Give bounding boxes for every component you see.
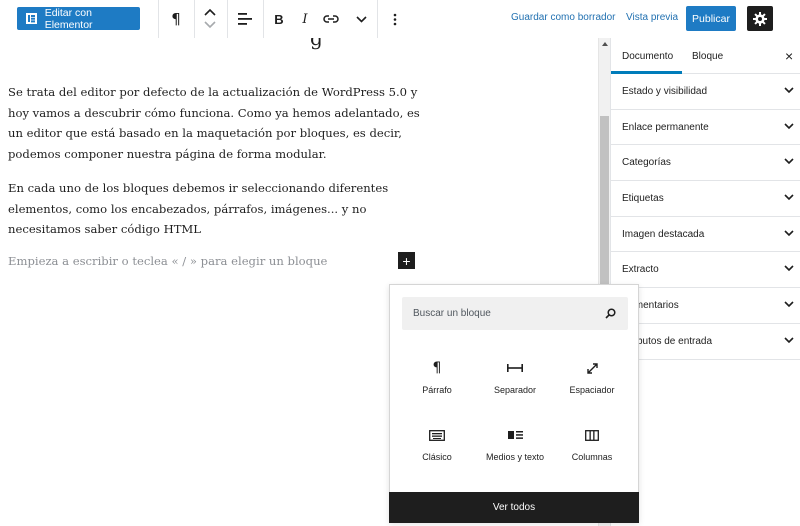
block-label: Medios y texto	[485, 452, 545, 462]
panel-label: Enlace permanente	[622, 121, 709, 133]
view-all-blocks-button[interactable]: Ver todos	[389, 492, 639, 523]
panel-extracto[interactable]: Extracto	[611, 252, 800, 289]
block-label: Espaciador	[569, 385, 615, 395]
chevron-down-icon	[784, 337, 794, 343]
tab-bloque[interactable]: Bloque	[692, 51, 723, 62]
editor-toolbar: Editar con Elementor ¶ B I Guardar como …	[0, 0, 800, 38]
panel-label: Extracto	[622, 264, 659, 276]
paragraph-icon[interactable]: ¶	[166, 8, 186, 30]
panel-label: Categorías	[622, 157, 671, 169]
panel-label: Estado y visibilidad	[622, 86, 708, 97]
settings-gear-icon	[753, 11, 767, 26]
toolbar-divider	[194, 0, 195, 38]
toolbar-divider	[263, 0, 264, 38]
panel-atributos-entrada[interactable]: Atributos de entrada	[611, 324, 800, 360]
toolbar-divider	[158, 0, 159, 38]
toolbar-divider	[227, 0, 228, 38]
spacer-icon	[553, 355, 631, 381]
close-sidebar-icon[interactable]: ×	[785, 48, 793, 64]
toolbar-divider	[377, 0, 378, 38]
panel-imagen-destacada[interactable]: Imagen destacada	[611, 217, 800, 253]
scroll-up-arrow-icon[interactable]	[602, 42, 608, 46]
plus-icon: +	[402, 252, 411, 269]
chevron-down-icon	[784, 230, 794, 236]
move-down-icon[interactable]	[200, 18, 220, 32]
save-draft-button[interactable]: Guardar como borrador	[511, 12, 616, 23]
align-icon[interactable]	[235, 8, 255, 30]
paragraph-block[interactable]: En cada uno de los bloques debemos ir se…	[8, 178, 428, 240]
panel-categorias[interactable]: Categorías	[611, 145, 800, 182]
chevron-down-icon	[784, 194, 794, 201]
block-media-text[interactable]: Medios y texto	[476, 422, 554, 482]
separator-icon	[476, 355, 554, 381]
tab-documento[interactable]: Documento	[622, 51, 673, 62]
elementor-button-label: Editar con Elementor	[44, 6, 93, 31]
block-separator[interactable]: Separador	[476, 355, 554, 415]
bold-icon[interactable]: B	[270, 8, 288, 30]
chevron-down-icon	[784, 301, 794, 308]
search-icon	[605, 308, 616, 319]
block-search	[402, 297, 628, 330]
panel-etiquetas[interactable]: Etiquetas	[611, 181, 800, 217]
chevron-down-icon	[784, 87, 794, 94]
panel-comentarios[interactable]: Comentarios	[611, 288, 800, 324]
block-label: Clásico	[422, 452, 452, 462]
block-placeholder[interactable]: Empieza a escribir o teclea « / » para e…	[8, 254, 327, 268]
sidebar-tabs: Documento Bloque ×	[611, 38, 800, 74]
block-classic[interactable]: Clásico	[398, 422, 476, 482]
chevron-down-icon	[784, 158, 794, 165]
block-columns[interactable]: Columnas	[553, 422, 631, 482]
settings-button[interactable]	[747, 6, 773, 31]
media-text-icon	[476, 422, 554, 448]
panel-label: Imagen destacada	[622, 228, 705, 240]
chevron-down-icon	[784, 123, 794, 129]
panel-enlace-permanente[interactable]: Enlace permanente	[611, 110, 800, 146]
chevron-down-icon	[784, 265, 794, 272]
block-label: Párrafo	[422, 385, 452, 395]
paragraph-block[interactable]: Se trata del editor por defecto de la ac…	[8, 82, 428, 165]
italic-icon[interactable]: I	[296, 8, 314, 30]
edit-with-elementor-button[interactable]: Editar con Elementor	[17, 6, 140, 31]
columns-icon	[553, 422, 631, 448]
elementor-logo-icon	[26, 13, 37, 24]
post-title-remnant[interactable]: g	[310, 38, 323, 50]
block-label: Columnas	[571, 452, 613, 462]
block-paragraph[interactable]: ¶ Párrafo	[398, 355, 476, 415]
preview-button[interactable]: Vista previa	[626, 12, 678, 23]
keyboard-icon	[398, 422, 476, 448]
panel-label: Etiquetas	[622, 193, 664, 205]
link-icon[interactable]	[320, 8, 342, 30]
chevron-down-icon[interactable]	[351, 8, 371, 30]
block-inserter-popover: ¶ Párrafo Separador Espaciador Clásico M…	[389, 284, 639, 523]
more-options-icon[interactable]	[386, 8, 404, 30]
block-search-input[interactable]	[402, 297, 602, 330]
add-block-button[interactable]: +	[398, 252, 415, 269]
block-label: Separador	[493, 385, 537, 395]
move-up-icon[interactable]	[200, 5, 220, 19]
block-spacer[interactable]: Espaciador	[553, 355, 631, 415]
panel-estado-visibilidad[interactable]: Estado y visibilidad	[611, 74, 800, 110]
paragraph-icon: ¶	[432, 360, 442, 376]
publish-button[interactable]: Publicar	[686, 6, 736, 31]
